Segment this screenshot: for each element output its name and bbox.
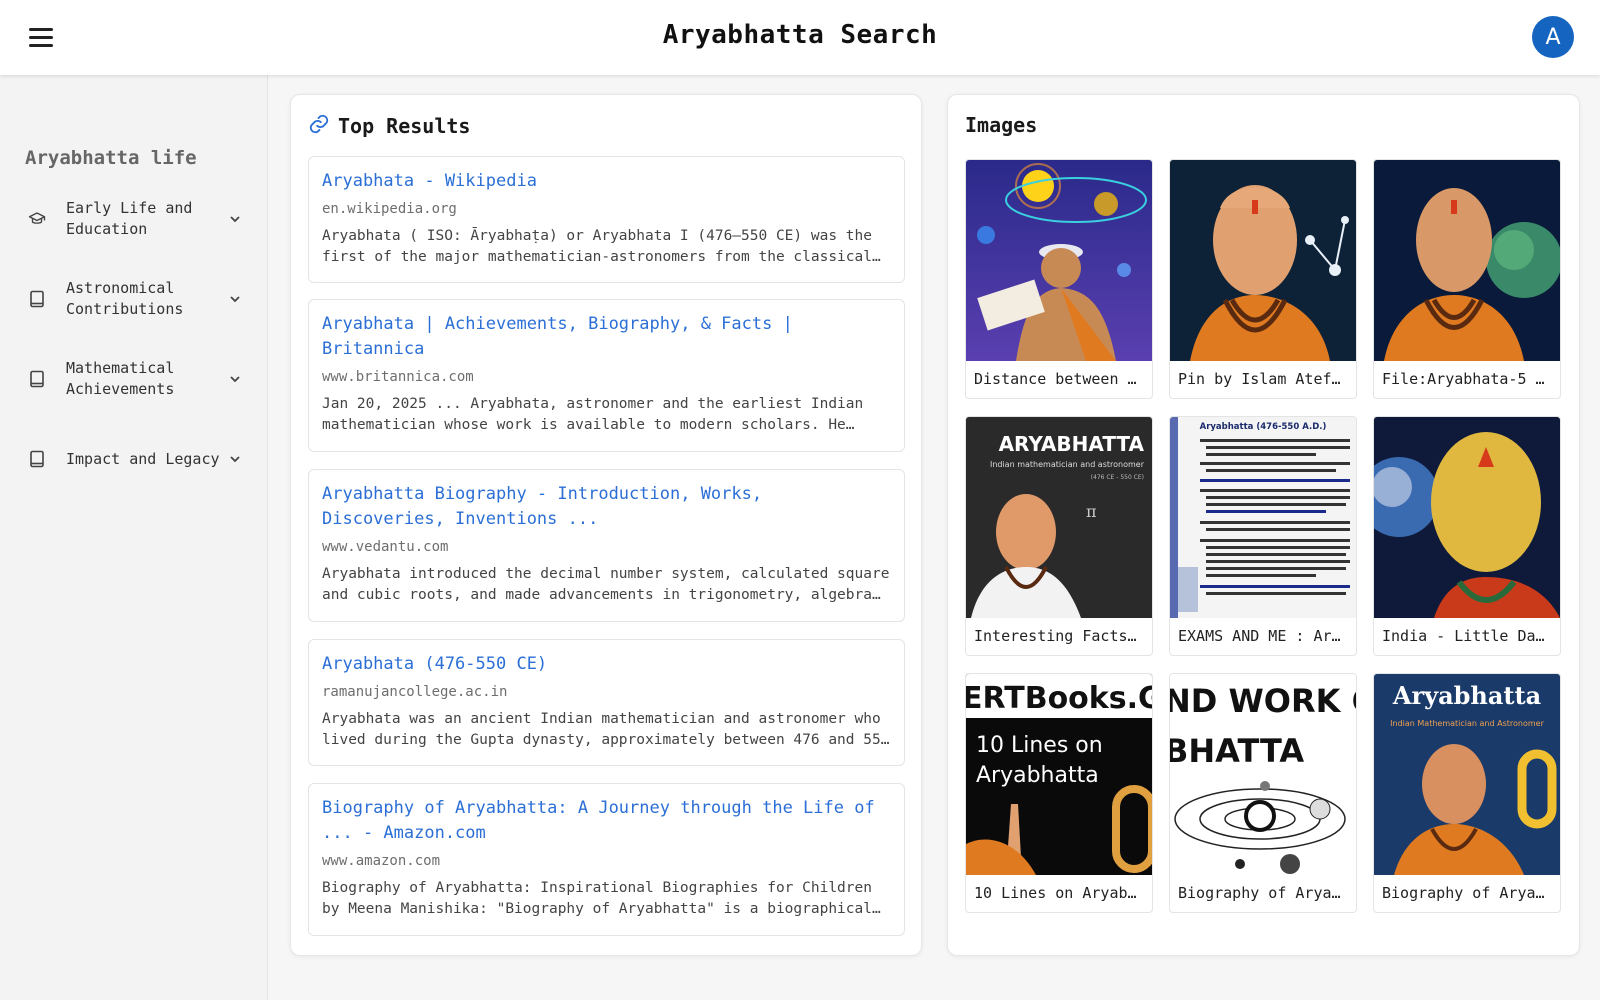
result-domain: www.amazon.com xyxy=(322,853,441,869)
image-caption: 10 Lines on Aryabhatta xyxy=(974,884,1152,902)
result-card: Aryabhatta Biography - Introduction, Wor… xyxy=(308,469,905,622)
result-snippet: Aryabhata was an ancient Indian mathemat… xyxy=(322,711,890,748)
image-result[interactable]: Pin by Islam Atef on Aryabhatta xyxy=(1169,159,1357,399)
top-results-panel: Top Results Aryabhata - Wikipedia en.wik… xyxy=(290,94,922,956)
result-snippet: Jan 20, 2025 ... Aryabhata, astronomer a… xyxy=(322,396,864,433)
sidebar-item-early-life[interactable]: Early Life and Education xyxy=(18,179,250,259)
images-panel: Images Distance between the Sun and the … xyxy=(947,94,1580,956)
result-card: Biography of Aryabhatta: A Journey throu… xyxy=(308,783,905,936)
top-bar: Aryabhatta Search A xyxy=(0,0,1600,75)
chevron-down-icon[interactable] xyxy=(228,452,242,466)
image-caption: EXAMS AND ME : Aryabhatta xyxy=(1178,627,1356,645)
thumb-text: (476 CE - 550 CE) xyxy=(1091,474,1144,481)
thumb-text: Indian Mathematician and Astronomer xyxy=(1390,719,1544,728)
image-thumbnail: Aryabhatta Indian Mathematician and Astr… xyxy=(1374,674,1560,875)
chevron-down-icon[interactable] xyxy=(228,372,242,386)
result-domain: en.wikipedia.org xyxy=(322,201,457,217)
image-thumbnail xyxy=(1374,160,1560,361)
top-results-header: Top Results xyxy=(308,113,470,139)
image-caption: Pin by Islam Atef on Aryabhatta xyxy=(1178,370,1356,388)
image-caption: File:Aryabhata-5 ... xyxy=(1382,370,1560,388)
image-result[interactable]: File:Aryabhata-5 ... xyxy=(1373,159,1561,399)
sidebar-item-astronomical[interactable]: Astronomical Contributions xyxy=(18,259,250,339)
sidebar-item-label: Impact and Legacy xyxy=(66,449,220,468)
image-result[interactable]: India - Little Days of Aryabhatta xyxy=(1373,416,1561,656)
user-avatar[interactable]: A xyxy=(1532,16,1574,58)
app-title: Aryabhatta Search xyxy=(662,20,938,50)
sidebar-item-label: Astronomical Contributions xyxy=(66,279,184,318)
result-card: Aryabhata - Wikipedia en.wikipedia.org A… xyxy=(308,156,905,283)
image-thumbnail xyxy=(1374,417,1560,618)
images-title: Images xyxy=(965,113,1038,137)
thumb-text: ND WORK OF xyxy=(1170,682,1356,720)
chevron-down-icon[interactable] xyxy=(228,292,242,306)
result-title-link[interactable]: Aryabhata | Achievements, Biography, & F… xyxy=(322,312,891,362)
sidebar-topic-list: Early Life and Education Astronomical Co… xyxy=(18,179,250,499)
image-caption: Biography of Aryabhatta xyxy=(1178,884,1356,902)
result-title-link[interactable]: Biography of Aryabhatta: A Journey throu… xyxy=(322,796,891,846)
thumb-text: ERTBooks.G xyxy=(966,681,1152,716)
image-caption: Distance between the Sun and the Earth xyxy=(974,370,1152,388)
sidebar-item-impact[interactable]: Impact and Legacy xyxy=(18,419,250,499)
sidebar: Aryabhatta life Early Life and Education… xyxy=(0,75,268,1000)
image-result[interactable]: Aryabhatta Indian Mathematician and Astr… xyxy=(1373,673,1561,913)
images-header: Images xyxy=(965,113,1037,137)
image-thumbnail: ND WORK OF BHATTA xyxy=(1170,674,1356,875)
image-caption: India - Little Days of Aryabhatta xyxy=(1382,627,1560,645)
book-icon xyxy=(28,450,46,468)
book-icon xyxy=(28,290,46,308)
result-card: Aryabhata | Achievements, Biography, & F… xyxy=(308,299,905,452)
book-icon xyxy=(28,370,46,388)
image-thumbnail: ERTBooks.G 10 Lines on Aryabhatta xyxy=(966,674,1152,875)
image-result[interactable]: ERTBooks.G 10 Lines on Aryabhatta 10 Lin… xyxy=(965,673,1153,913)
sidebar-title: Aryabhatta life xyxy=(25,147,197,169)
thumb-text: BHATTA xyxy=(1170,732,1304,770)
thumb-text: Aryabhatta xyxy=(976,763,1099,788)
image-result[interactable]: Distance between the Sun and the Earth xyxy=(965,159,1153,399)
result-title-link[interactable]: Aryabhata (476-550 CE) xyxy=(322,652,891,677)
image-caption: Interesting Facts about Aryabhatta xyxy=(974,627,1152,645)
thumb-text: Indian mathematician and astronomer xyxy=(990,460,1145,469)
result-title-link[interactable]: Aryabhata - Wikipedia xyxy=(322,169,891,194)
result-domain: ramanujancollege.ac.in xyxy=(322,684,508,700)
image-result[interactable]: ARYABHATTA Indian mathematician and astr… xyxy=(965,416,1153,656)
sidebar-item-label: Early Life and Education xyxy=(66,199,193,238)
result-card: Aryabhata (476-550 CE) ramanujancollege.… xyxy=(308,639,905,766)
image-thumbnail xyxy=(966,160,1152,361)
result-snippet: Aryabhata ( ISO: Āryabhaṭa) or Aryabhata… xyxy=(322,228,872,265)
image-thumbnail: Aryabhatta (476-550 A.D.) xyxy=(1170,417,1356,618)
image-caption: Biography of Aryabhatta xyxy=(1382,884,1560,902)
link-icon xyxy=(308,113,330,139)
result-domain: www.vedantu.com xyxy=(322,539,449,555)
result-snippet: Biography of Aryabhatta: Inspirational B… xyxy=(322,880,872,917)
thumb-text: ARYABHATTA xyxy=(999,432,1145,456)
thumb-text: 10 Lines on xyxy=(976,733,1103,758)
result-snippet: Aryabhata introduced the decimal number … xyxy=(322,566,890,603)
graduation-cap-icon xyxy=(28,210,46,228)
sidebar-item-label: Mathematical Achievements xyxy=(66,359,175,398)
thumb-text: Aryabhatta xyxy=(1392,681,1541,710)
image-result[interactable]: ND WORK OF BHATTA Biography of Aryabhatt… xyxy=(1169,673,1357,913)
image-thumbnail: ARYABHATTA Indian mathematician and astr… xyxy=(966,417,1152,618)
image-thumbnail xyxy=(1170,160,1356,361)
result-domain: www.britannica.com xyxy=(322,369,474,385)
image-result[interactable]: Aryabhatta (476-550 A.D.) EXAMS AND ME :… xyxy=(1169,416,1357,656)
svg-text:π: π xyxy=(1086,502,1097,521)
top-results-title: Top Results xyxy=(338,114,471,138)
result-title-link[interactable]: Aryabhatta Biography - Introduction, Wor… xyxy=(322,482,891,532)
thumb-text: Aryabhatta (476-550 A.D.) xyxy=(1200,422,1327,432)
chevron-down-icon[interactable] xyxy=(228,212,242,226)
sidebar-item-mathematical[interactable]: Mathematical Achievements xyxy=(18,339,250,419)
